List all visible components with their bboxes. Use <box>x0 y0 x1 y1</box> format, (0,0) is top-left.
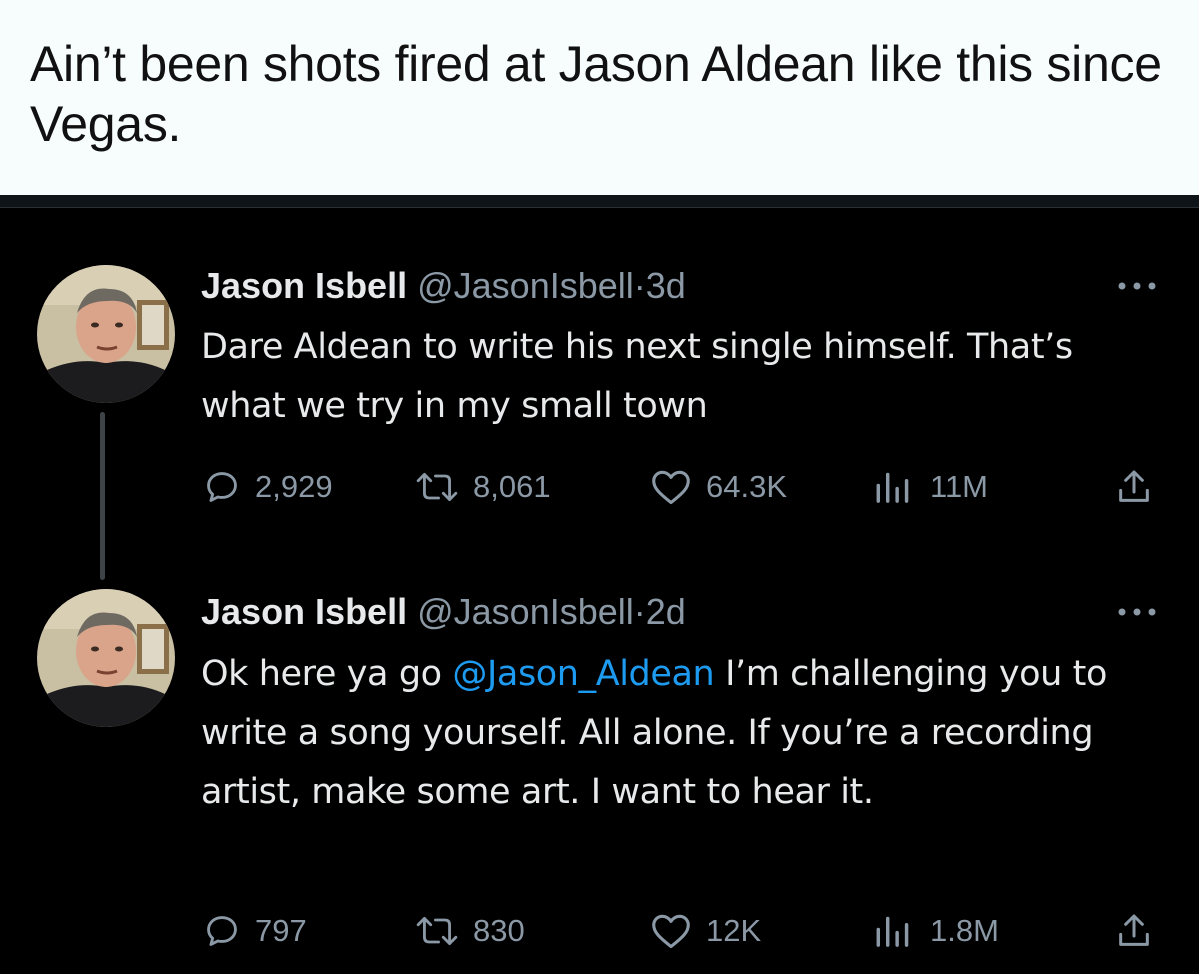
reply-button[interactable]: 2,929 <box>203 467 333 507</box>
retweet-button[interactable]: 830 <box>415 911 525 951</box>
reply-count: 2,929 <box>255 469 333 504</box>
analytics-icon <box>876 916 909 947</box>
heart-icon <box>652 470 690 505</box>
views-button[interactable]: 11M <box>872 467 988 507</box>
like-button[interactable]: 12K <box>650 911 761 951</box>
retweet-button[interactable]: 8,061 <box>415 467 551 507</box>
reply-count: 797 <box>255 913 307 948</box>
views-button[interactable]: 1.8M <box>872 911 999 951</box>
tweet-text-start: Ok here ya go <box>201 654 453 694</box>
meme-caption: Ain’t been shots fired at Jason Aldean l… <box>30 36 1162 152</box>
like-count: 12K <box>706 913 762 948</box>
tweet-text: Ok here ya go @Jason_Aldean I’m challeng… <box>201 645 1161 822</box>
tweet-timestamp[interactable]: 2d <box>646 591 686 632</box>
author-name[interactable]: Jason Isbell <box>201 265 407 306</box>
avatar[interactable] <box>37 265 175 403</box>
mention-link[interactable]: @Jason_Aldean <box>452 654 714 694</box>
thread-connector-line <box>100 412 105 580</box>
caption-divider <box>0 195 1199 207</box>
separator-dot: · <box>633 591 646 632</box>
share-button[interactable] <box>1114 911 1154 951</box>
more-options-icon[interactable] <box>1115 279 1159 293</box>
retweet-icon <box>416 473 458 501</box>
like-count: 64.3K <box>706 469 788 504</box>
reply-icon <box>207 472 237 502</box>
tweet-text: Dare Aldean to write his next single him… <box>201 327 1073 426</box>
reply-icon <box>207 916 237 946</box>
retweet-count: 8,061 <box>473 469 551 504</box>
views-count: 1.8M <box>930 913 999 948</box>
reply-button[interactable]: 797 <box>203 911 307 951</box>
heart-icon <box>652 914 690 949</box>
views-count: 11M <box>930 469 989 504</box>
more-options-icon[interactable] <box>1115 605 1159 619</box>
author-name[interactable]: Jason Isbell <box>201 591 407 632</box>
avatar[interactable] <box>37 589 175 727</box>
meme-caption-panel: Ain’t been shots fired at Jason Aldean l… <box>0 0 1199 195</box>
avatar-photo <box>37 589 175 727</box>
separator-dot: · <box>633 265 646 306</box>
share-icon <box>1119 914 1149 946</box>
retweet-count: 830 <box>473 913 525 948</box>
share-button[interactable] <box>1114 467 1154 507</box>
analytics-icon <box>876 472 909 503</box>
tweet-header: Jason Isbell @JasonIsbell·2d <box>201 590 686 634</box>
tweet-header: Jason Isbell @JasonIsbell·3d <box>201 264 686 308</box>
like-button[interactable]: 64.3K <box>650 467 787 507</box>
author-handle[interactable]: @JasonIsbell <box>417 265 634 306</box>
author-handle[interactable]: @JasonIsbell <box>417 591 634 632</box>
avatar-photo <box>37 265 175 403</box>
share-icon <box>1119 470 1149 502</box>
tweet-timestamp[interactable]: 3d <box>646 265 686 306</box>
caption-divider-line <box>0 207 1199 208</box>
retweet-icon <box>416 917 458 945</box>
